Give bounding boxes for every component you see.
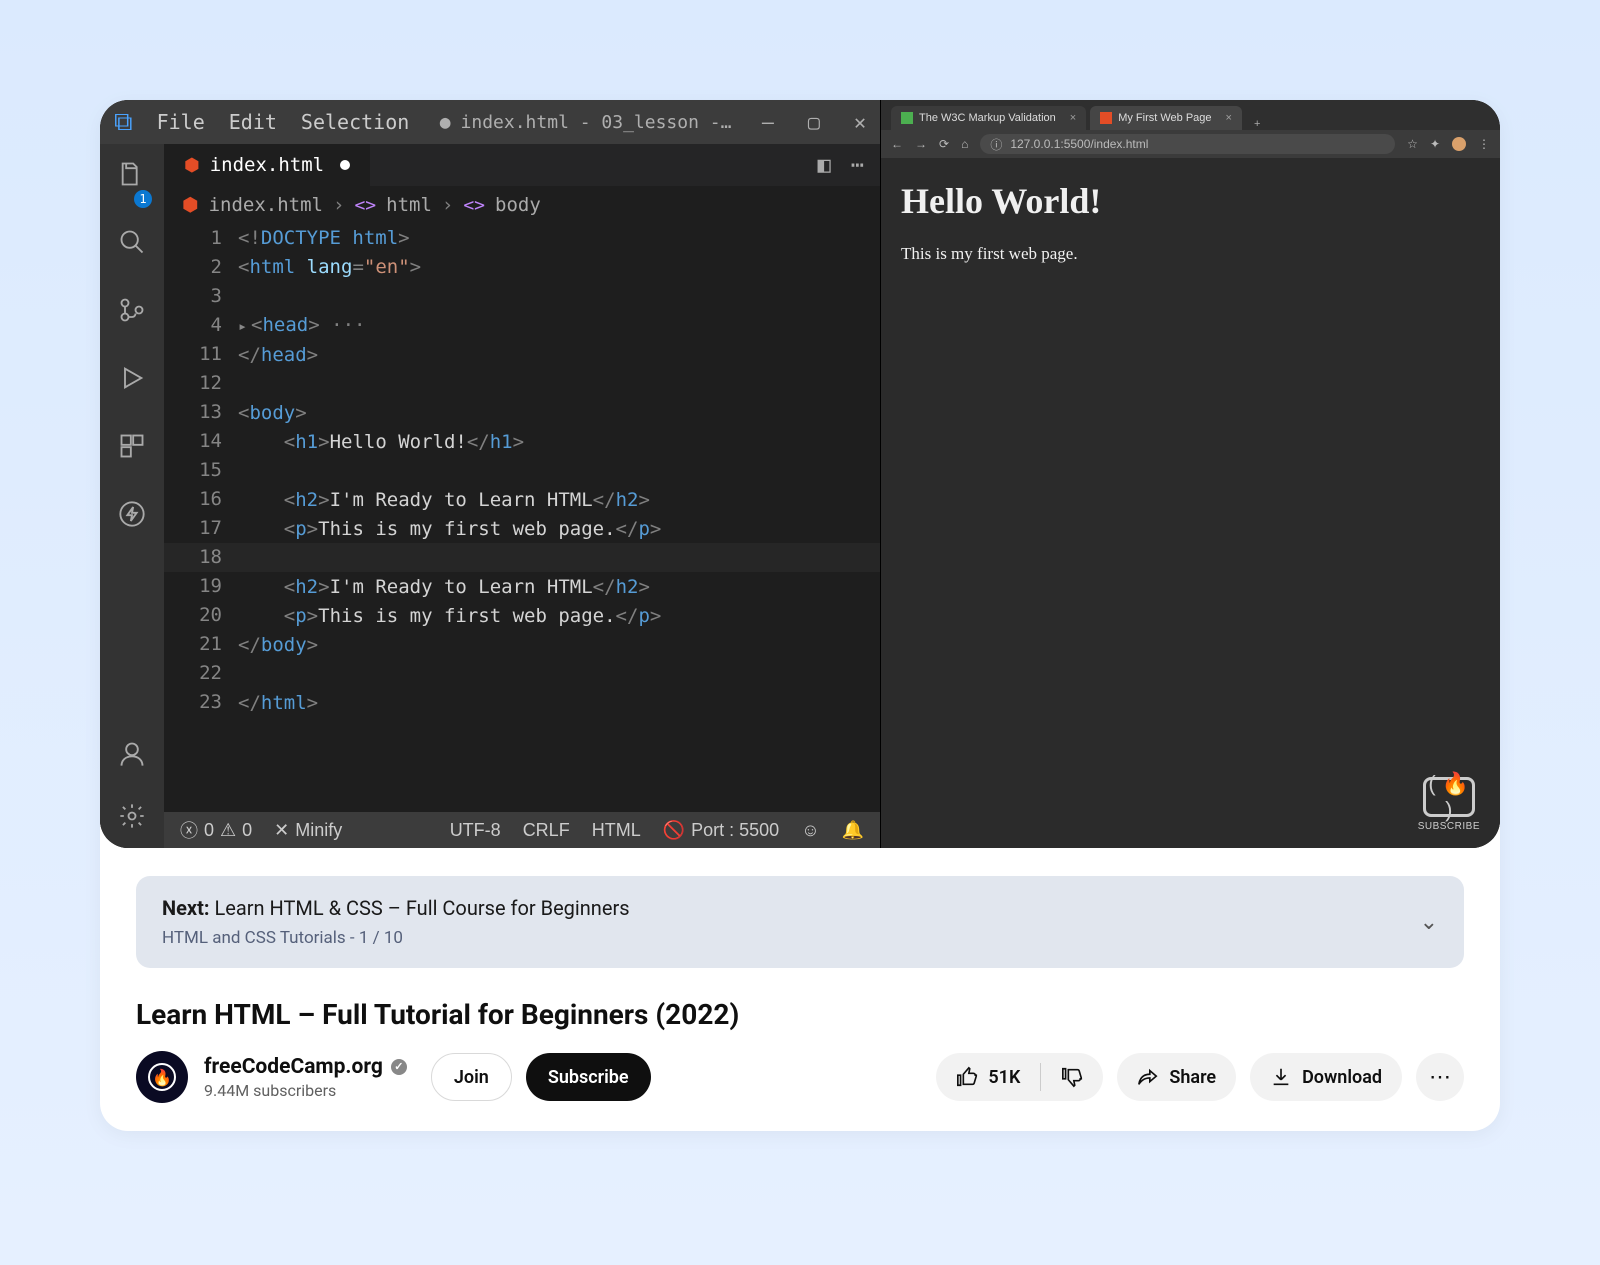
- code-editor[interactable]: 123411121314151617181920212223 <!DOCTYPE…: [164, 224, 880, 812]
- vscode-logo-icon: ⧉: [114, 107, 133, 138]
- account-icon[interactable]: [116, 738, 148, 770]
- browser-star-icon[interactable]: ☆: [1407, 137, 1418, 151]
- nextup-title: Learn HTML & CSS – Full Course for Begin…: [214, 896, 629, 920]
- menu-edit[interactable]: Edit: [229, 110, 277, 134]
- channel-avatar[interactable]: 🔥: [136, 1051, 188, 1103]
- browser-ext-icon[interactable]: ✦: [1430, 137, 1440, 151]
- status-bar: ⓧ 0 ⚠ 0 ✕ Minify UTF-8 CRLF HTML 🚫 Port …: [164, 812, 880, 848]
- subscribe-button[interactable]: Subscribe: [526, 1053, 651, 1101]
- html5-icon: ⬢: [182, 194, 199, 216]
- tab-index-html[interactable]: ⬢ index.html: [164, 144, 370, 186]
- url-bar[interactable]: ⓘ127.0.0.1:5500/index.html: [980, 134, 1395, 154]
- video-card: ⧉ File Edit Selection ●index.html - 03_l…: [100, 100, 1500, 1131]
- download-button[interactable]: Download: [1250, 1053, 1402, 1101]
- split-editor-icon[interactable]: ◧: [818, 153, 831, 178]
- browser-home-icon[interactable]: ⌂: [961, 137, 968, 151]
- maximize-icon[interactable]: ▢: [808, 110, 820, 134]
- like-dislike-segment: 51K: [936, 1053, 1103, 1101]
- browser-tab-w3c[interactable]: The W3C Markup Validation×: [891, 106, 1086, 130]
- join-button[interactable]: Join: [431, 1053, 512, 1101]
- html5-icon: ⬢: [184, 155, 200, 176]
- tab-label: index.html: [210, 154, 324, 176]
- breadcrumbs[interactable]: ⬢ index.html › <> html › <> body: [164, 186, 880, 224]
- vscode-titlebar: ⧉ File Edit Selection ●index.html - 03_l…: [100, 100, 880, 144]
- chevron-down-icon[interactable]: ⌄: [1420, 910, 1438, 935]
- explorer-badge: 1: [134, 190, 152, 208]
- window-title: ●index.html - 03_lesson -…: [433, 112, 738, 133]
- status-eol[interactable]: CRLF: [523, 820, 570, 841]
- status-problems[interactable]: ⓧ 0 ⚠ 0: [180, 817, 252, 843]
- more-actions-button[interactable]: ⋯: [1416, 1053, 1464, 1101]
- status-encoding[interactable]: UTF-8: [450, 820, 501, 841]
- browser-reload-icon[interactable]: ⟳: [939, 137, 949, 151]
- nextup-prefix: Next:: [162, 896, 210, 920]
- flame-icon: 🔥: [148, 1063, 176, 1091]
- minimize-icon[interactable]: —: [762, 110, 774, 134]
- extensions-icon[interactable]: [116, 430, 148, 462]
- editor-tabs: ⬢ index.html ◧ ⋯: [164, 144, 880, 186]
- share-button[interactable]: Share: [1117, 1053, 1236, 1101]
- nextup-playlist: HTML and CSS Tutorials - 1 / 10: [162, 928, 630, 948]
- meta-row: 🔥 freeCodeCamp.org ✓ 9.44M subscribers J…: [136, 1051, 1464, 1103]
- new-tab-icon[interactable]: +: [1246, 118, 1268, 130]
- page-h1: Hello World!: [901, 180, 1480, 222]
- search-icon[interactable]: [116, 226, 148, 258]
- browser-back-icon[interactable]: ←: [891, 137, 903, 151]
- video-title: Learn HTML – Full Tutorial for Beginners…: [136, 998, 1464, 1031]
- run-debug-icon[interactable]: [116, 362, 148, 394]
- vscode-window: ⧉ File Edit Selection ●index.html - 03_l…: [100, 100, 880, 848]
- video-player[interactable]: ⧉ File Edit Selection ●index.html - 03_l…: [100, 100, 1500, 848]
- menu-file[interactable]: File: [157, 110, 205, 134]
- next-up-panel[interactable]: Next: Learn HTML & CSS – Full Course for…: [136, 876, 1464, 968]
- browser-tabstrip: The W3C Markup Validation× My First Web …: [881, 100, 1500, 130]
- like-button[interactable]: 51K: [936, 1066, 1040, 1088]
- browser-forward-icon[interactable]: →: [915, 137, 927, 151]
- page-paragraph: This is my first web page.: [901, 244, 1480, 264]
- more-icon[interactable]: ⋯: [851, 153, 864, 178]
- menu-selection[interactable]: Selection: [301, 110, 409, 134]
- thumbs-down-icon: [1061, 1066, 1083, 1088]
- subscriber-count: 9.44M subscribers: [204, 1081, 407, 1100]
- share-icon: [1137, 1066, 1159, 1088]
- flame-icon: ( 🔥 ): [1426, 771, 1472, 823]
- browser-preview: The W3C Markup Validation× My First Web …: [880, 100, 1500, 848]
- browser-viewport: Hello World! This is my first web page.: [881, 158, 1500, 848]
- browser-menu-icon[interactable]: ⋮: [1478, 137, 1490, 151]
- status-language[interactable]: HTML: [592, 820, 641, 841]
- status-feedback-icon[interactable]: ☺: [801, 820, 819, 841]
- browser-toolbar: ← → ⟳ ⌂ ⓘ127.0.0.1:5500/index.html ☆ ✦ ⋮: [881, 130, 1500, 158]
- thunder-icon[interactable]: [116, 498, 148, 530]
- subscribe-overlay[interactable]: ( 🔥 ) SUBSCRIBE: [1418, 777, 1480, 832]
- settings-gear-icon[interactable]: [116, 800, 148, 832]
- status-liveserver[interactable]: 🚫 Port : 5500: [663, 820, 779, 841]
- verified-badge-icon: ✓: [391, 1059, 407, 1075]
- explorer-icon[interactable]: [116, 158, 148, 190]
- download-icon: [1270, 1066, 1292, 1088]
- thumbs-up-icon: [956, 1066, 978, 1088]
- channel-name[interactable]: freeCodeCamp.org ✓: [204, 1055, 407, 1079]
- browser-tab-myfirst[interactable]: My First Web Page×: [1090, 106, 1242, 130]
- activity-bar: 1: [100, 144, 164, 848]
- unsaved-dot-icon: [340, 160, 350, 170]
- status-minify[interactable]: ✕ Minify: [274, 820, 342, 841]
- browser-profile-icon[interactable]: [1452, 137, 1466, 151]
- dislike-button[interactable]: [1041, 1066, 1103, 1088]
- source-control-icon[interactable]: [116, 294, 148, 326]
- status-bell-icon[interactable]: 🔔: [842, 820, 864, 841]
- close-icon[interactable]: ✕: [854, 110, 866, 134]
